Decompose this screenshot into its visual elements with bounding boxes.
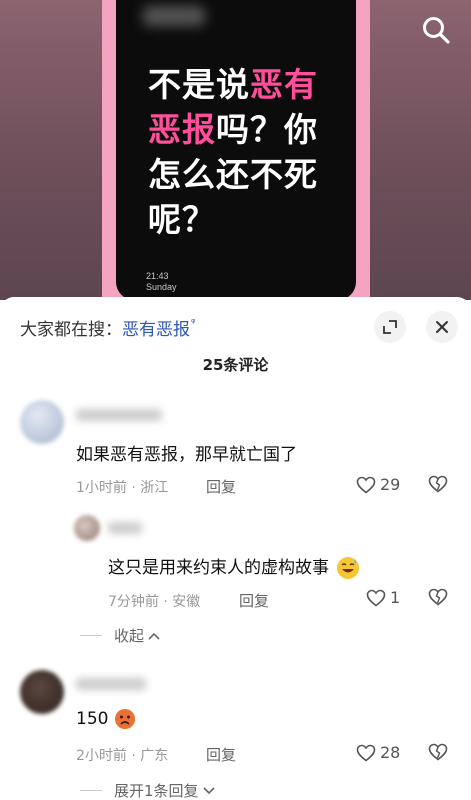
avatar[interactable] [20, 670, 64, 714]
comment-text-body: 这只是用来约束人的虚构故事 [108, 558, 329, 578]
search-term-link[interactable]: 恶有恶报 [122, 315, 190, 340]
video-quote-text: 不是说恶有 恶报吗？你 怎么还不死 呢？ [148, 62, 348, 242]
like-count: 28 [380, 743, 401, 762]
search-button[interactable] [418, 12, 454, 48]
expand-replies-button[interactable]: 展开1条回复 [80, 780, 216, 800]
quote-line2-pink: 恶报 [148, 110, 216, 149]
comment-sheet: 大家都在搜： 恶有恶报 ᵠ 25条评论 如果恶有恶报，那早就亡国了 1小时前 ·… [0, 297, 471, 800]
heart-icon [366, 589, 386, 607]
chevron-down-icon [202, 786, 215, 794]
like-button[interactable]: 28 [356, 743, 400, 762]
quote-line4: 呢？ [148, 200, 216, 239]
reply-button[interactable]: 回复 [206, 744, 236, 765]
comment-text-body: 150 [76, 709, 109, 729]
trending-search-row[interactable]: 大家都在搜： 恶有恶报 ᵠ [20, 315, 196, 340]
quote-line3: 怎么还不死 [148, 155, 318, 194]
sad-face-emoji [114, 709, 135, 729]
avatar[interactable] [74, 515, 100, 541]
collapse-replies-button[interactable]: 收起 [80, 625, 161, 646]
like-count: 1 [390, 588, 401, 607]
reply-button[interactable]: 回复 [239, 590, 269, 611]
close-button[interactable] [426, 311, 458, 343]
broken-heart-icon[interactable] [428, 475, 448, 493]
search-prefix: 大家都在搜： [20, 320, 122, 340]
blurred-username[interactable] [108, 522, 142, 534]
broken-heart-icon[interactable] [428, 743, 448, 761]
clock-time: 21:43 [146, 271, 169, 281]
video-player[interactable]: 不是说恶有 恶报吗？你 怎么还不死 呢？ 21:43 Sunday [0, 0, 471, 300]
search-marker: ᵠ [191, 316, 196, 329]
expand-button[interactable] [374, 311, 406, 343]
like-button[interactable]: 29 [356, 475, 400, 494]
expand-icon [383, 320, 397, 334]
like-count: 29 [380, 475, 401, 494]
comment-text: 150 [76, 708, 136, 730]
reply-button[interactable]: 回复 [206, 476, 236, 497]
quote-line1-white: 不是说 [148, 65, 250, 104]
heart-icon [356, 744, 376, 762]
comment-meta: 1小时前 · 浙江 [76, 480, 169, 496]
blurred-status-area [143, 6, 205, 26]
comment-count: 25条评论 [202, 356, 269, 374]
blurred-username[interactable] [76, 409, 162, 421]
clock-day: Sunday [146, 282, 177, 292]
collapse-label: 收起 [114, 627, 145, 645]
expand-label: 展开1条回复 [114, 782, 199, 800]
divider-dash [80, 790, 102, 791]
avatar[interactable] [20, 400, 64, 444]
grinning-sweat-emoji [337, 557, 360, 579]
comment-meta: 7分钟前 · 安徽 [108, 594, 201, 610]
search-icon [423, 17, 450, 44]
close-icon [436, 321, 448, 333]
heart-icon [356, 476, 376, 494]
quote-line2-white: 吗？你 [216, 110, 318, 149]
comment-text: 这只是用来约束人的虚构故事 [108, 553, 360, 580]
quote-line1-pink: 恶有 [250, 65, 318, 104]
broken-heart-icon[interactable] [428, 588, 448, 606]
divider-dash [80, 635, 102, 636]
comment-meta: 2小时前 · 广东 [76, 748, 169, 764]
like-button[interactable]: 1 [366, 588, 400, 607]
blurred-username[interactable] [76, 678, 146, 690]
comment-text: 如果恶有恶报，那早就亡国了 [76, 445, 297, 465]
chevron-up-icon [148, 632, 160, 640]
